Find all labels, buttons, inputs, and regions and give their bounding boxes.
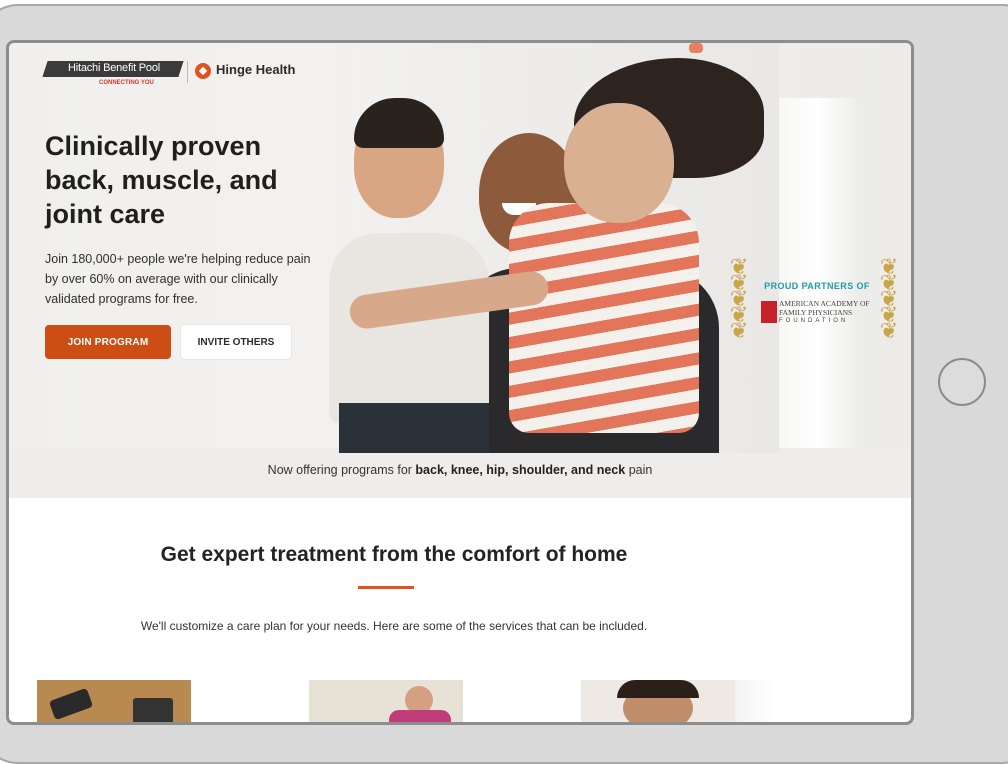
hinge-logo-icon: [195, 63, 211, 79]
hitachi-tagline: CONNECTING YOU: [99, 80, 154, 86]
logo-divider: [187, 61, 188, 83]
home-button-icon[interactable]: [938, 358, 986, 406]
award-title: PROUD PARTNERS OF: [764, 281, 870, 291]
laurel-left-icon: ❦ ❦ ❦ ❦ ❦: [729, 254, 749, 343]
browser-screen: Hitachi Benefit Pool CONNECTING YOU Hing…: [6, 40, 914, 725]
service-card-exercise[interactable]: [309, 680, 463, 722]
award-badge: ❦ ❦ ❦ ❦ ❦ ❦ ❦ ❦ ❦ ❦ PROUD PARTNERS OF AMERICAN A…: [721, 253, 911, 363]
service-card-coach[interactable]: [581, 680, 735, 722]
hero-subtext: Join 180,000+ people we're helping reduc…: [45, 252, 311, 306]
hero-section: Hitachi Benefit Pool CONNECTING YOU Hing…: [9, 43, 911, 498]
offering-text: Now offering programs for back, knee, hi…: [267, 463, 653, 477]
hero-headline: Clinically proven back, muscle, and join…: [45, 131, 278, 229]
section-subtitle: We'll customize a care plan for your nee…: [140, 619, 648, 633]
family-photo: [309, 43, 779, 453]
hinge-logo-text: Hinge Health: [216, 62, 296, 77]
section-divider: [358, 586, 414, 589]
invite-others-button[interactable]: INVITE OTHERS: [181, 325, 291, 359]
hitachi-logo-text: Hitachi Benefit Pool: [68, 62, 160, 74]
service-card-equipment[interactable]: [37, 680, 191, 722]
aafp-org-name: AMERICAN ACADEMY OF FAMILY PHYSICIANS FO…: [779, 299, 870, 324]
aafp-logo-icon: [761, 301, 777, 323]
section-title: Get expert treatment from the comfort of…: [160, 543, 628, 566]
join-program-button[interactable]: JOIN PROGRAM: [45, 325, 171, 359]
